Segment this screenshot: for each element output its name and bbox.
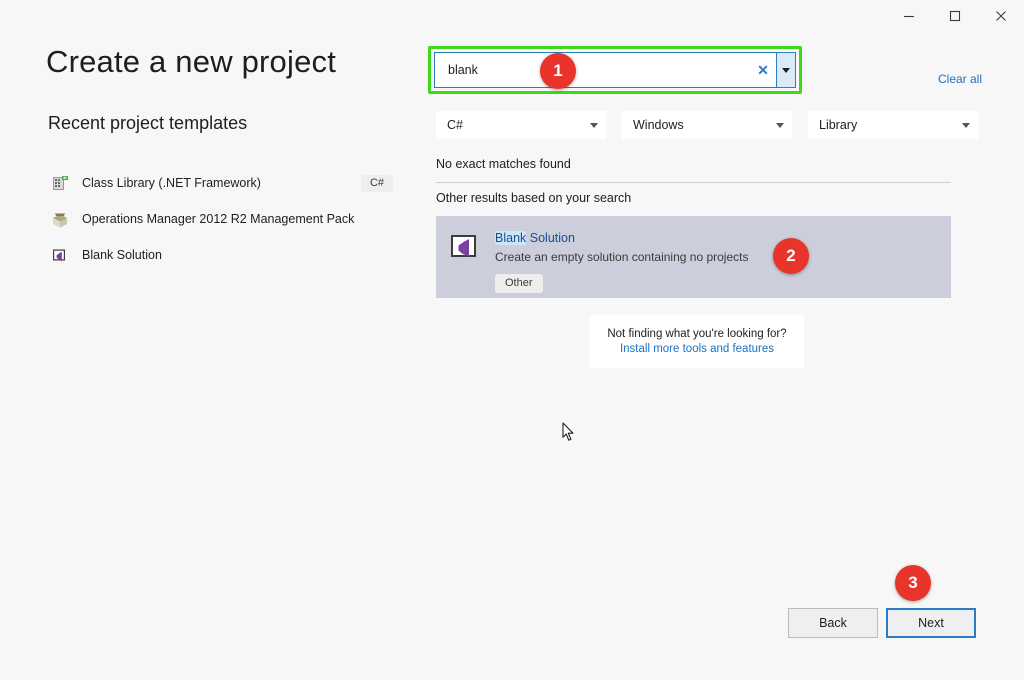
clear-all-link[interactable]: Clear all bbox=[938, 72, 982, 86]
filter-language[interactable]: C# bbox=[436, 111, 606, 139]
recent-template-language-badge: C# bbox=[360, 174, 393, 192]
search-history-dropdown-icon[interactable] bbox=[776, 53, 795, 87]
install-more-tools-link[interactable]: Install more tools and features bbox=[620, 343, 774, 355]
chevron-down-icon bbox=[583, 122, 605, 128]
filter-platform-value: Windows bbox=[633, 118, 684, 132]
recent-template-label: Class Library (.NET Framework) bbox=[82, 176, 261, 190]
recent-template-operations-manager[interactable]: Operations Manager 2012 R2 Management Pa… bbox=[48, 201, 393, 237]
result-text-block: Blank Solution Create an empty solution … bbox=[495, 230, 951, 293]
back-button[interactable]: Back bbox=[788, 608, 878, 638]
not-finding-text: Not finding what you're looking for? bbox=[607, 328, 787, 340]
other-results-label: Other results based on your search bbox=[436, 191, 632, 205]
maximize-icon[interactable] bbox=[932, 0, 978, 32]
annotation-badge-1: 1 bbox=[540, 53, 576, 89]
recent-template-label: Blank Solution bbox=[82, 248, 162, 262]
result-title: Blank Solution bbox=[495, 231, 951, 245]
annotation-badge-3: 3 bbox=[895, 565, 931, 601]
filter-language-value: C# bbox=[447, 118, 463, 132]
recent-template-blank-solution[interactable]: Blank Solution bbox=[48, 237, 393, 273]
search-box[interactable]: ✕ bbox=[434, 52, 796, 88]
close-icon[interactable] bbox=[978, 0, 1024, 32]
next-button[interactable]: Next bbox=[886, 608, 976, 638]
result-description: Create an empty solution containing no p… bbox=[495, 250, 749, 264]
filter-project-type-value: Library bbox=[819, 118, 858, 132]
class-library-icon bbox=[50, 173, 70, 193]
no-exact-matches-label: No exact matches found bbox=[436, 157, 571, 171]
result-title-highlight: Blank bbox=[495, 231, 527, 245]
recent-template-label: Operations Manager 2012 R2 Management Pa… bbox=[82, 212, 355, 226]
page-title: Create a new project bbox=[46, 44, 337, 79]
recent-templates-heading: Recent project templates bbox=[48, 113, 248, 133]
result-tag: Other bbox=[495, 274, 543, 293]
chevron-down-icon bbox=[769, 122, 791, 128]
management-pack-icon bbox=[50, 209, 70, 229]
chevron-down-icon bbox=[955, 122, 977, 128]
annotation-badge-2: 2 bbox=[773, 238, 809, 274]
result-title-rest: Solution bbox=[526, 231, 575, 245]
title-bar bbox=[0, 0, 1024, 32]
mouse-cursor bbox=[562, 422, 576, 444]
filter-project-type[interactable]: Library bbox=[808, 111, 978, 139]
search-input[interactable] bbox=[435, 53, 750, 87]
minimize-icon[interactable] bbox=[886, 0, 932, 32]
blank-solution-icon bbox=[449, 230, 481, 262]
recent-template-class-library[interactable]: Class Library (.NET Framework) C# bbox=[48, 165, 393, 201]
blank-solution-icon bbox=[50, 245, 70, 265]
clear-search-icon[interactable]: ✕ bbox=[750, 53, 776, 87]
filter-platform[interactable]: Windows bbox=[622, 111, 792, 139]
result-row-blank-solution[interactable]: Blank Solution Create an empty solution … bbox=[436, 216, 951, 298]
results-divider bbox=[436, 182, 951, 183]
filter-row: C# Windows Library bbox=[436, 111, 978, 139]
recent-templates-list: Class Library (.NET Framework) C# Operat… bbox=[48, 165, 393, 273]
not-finding-panel: Not finding what you're looking for? Ins… bbox=[590, 315, 804, 368]
